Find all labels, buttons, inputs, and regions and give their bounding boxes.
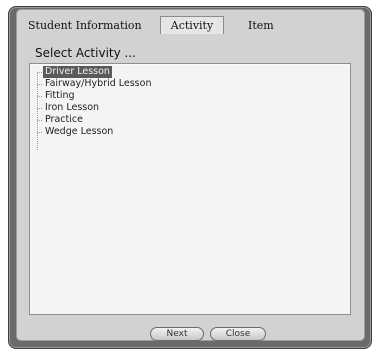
tree-connector-tick xyxy=(37,96,42,97)
tab-bar: Student Information Activity Item xyxy=(17,10,364,36)
tree-connector-tick xyxy=(37,84,42,85)
tab-student-information[interactable]: Student Information xyxy=(28,19,142,32)
close-button[interactable]: Close xyxy=(210,327,266,341)
dialog-panel: Student Information Activity Item Select… xyxy=(16,9,365,341)
activity-item-iron-lesson[interactable]: Iron Lesson xyxy=(43,102,101,114)
activity-item-fairway-hybrid-lesson[interactable]: Fairway/Hybrid Lesson xyxy=(43,78,153,90)
activity-item-practice[interactable]: Practice xyxy=(43,114,85,126)
tree-connector-tick xyxy=(37,72,42,73)
tab-activity[interactable]: Activity xyxy=(160,16,224,34)
tree-connector-tick xyxy=(37,108,42,109)
tree-connector-tick xyxy=(37,120,42,121)
activity-item-driver-lesson[interactable]: Driver Lesson xyxy=(43,66,112,78)
select-activity-heading: Select Activity ... xyxy=(35,46,136,60)
activity-item-wedge-lesson[interactable]: Wedge Lesson xyxy=(43,126,115,138)
tab-item[interactable]: Item xyxy=(248,19,274,32)
activity-item-fitting[interactable]: Fitting xyxy=(43,90,77,102)
dialog-window: Student Information Activity Item Select… xyxy=(8,6,372,349)
tree-connector-tick xyxy=(37,132,42,133)
next-button[interactable]: Next xyxy=(150,327,204,341)
activity-tree[interactable]: Driver Lesson Fairway/Hybrid Lesson Fitt… xyxy=(29,63,351,315)
